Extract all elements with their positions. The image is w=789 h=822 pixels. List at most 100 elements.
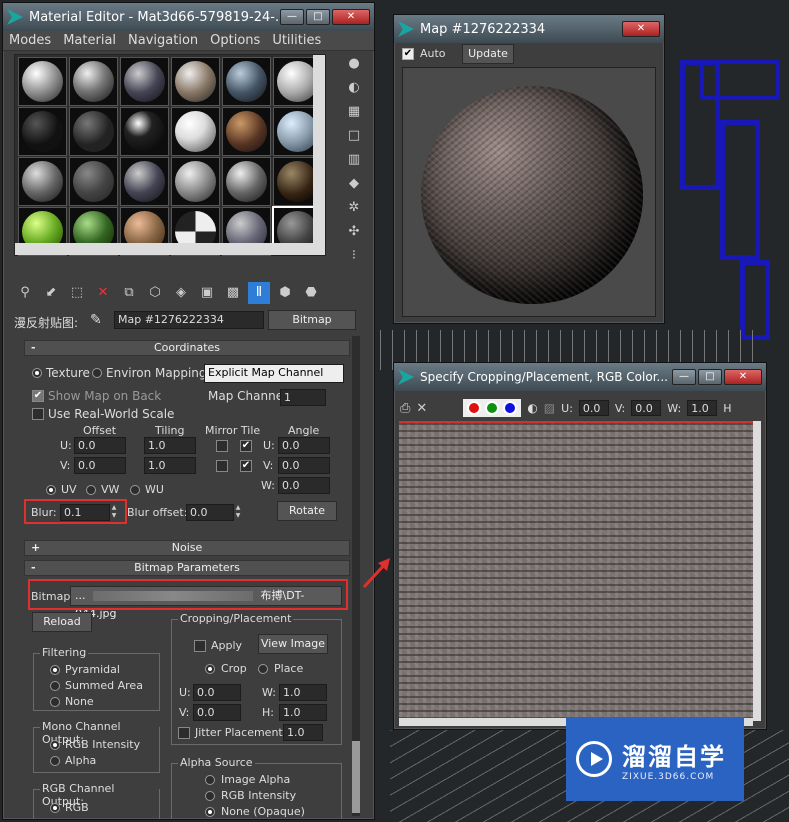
material-slot[interactable] <box>18 57 67 106</box>
u-offset-field[interactable]: 0.0 <box>74 437 126 454</box>
minimize-button[interactable]: — <box>280 9 304 25</box>
none-opaque-radio[interactable] <box>205 807 215 817</box>
show-map-on-back-checkbox[interactable]: ✔ <box>32 390 44 402</box>
real-world-scale-checkbox[interactable] <box>32 408 44 420</box>
w-angle-field[interactable]: 0.0 <box>278 477 330 494</box>
rollout-scrollbar[interactable] <box>352 336 360 816</box>
material-slot[interactable] <box>222 157 271 206</box>
menu-material[interactable]: Material <box>57 33 122 48</box>
green-channel-icon[interactable] <box>485 401 500 415</box>
crop-u-field[interactable]: 0.0 <box>193 684 241 701</box>
options-icon[interactable]: ✲ <box>340 200 368 222</box>
map-channel-field[interactable]: 1 <box>280 389 326 406</box>
noise-rollout-header[interactable]: + Noise <box>24 540 350 556</box>
close-button[interactable]: ✕ <box>332 9 370 25</box>
menu-navigation[interactable]: Navigation <box>122 33 204 48</box>
video-color-check-icon[interactable]: ▥ <box>340 152 368 174</box>
pick-material-icon[interactable]: ⬣ <box>300 282 322 304</box>
alpha-radio[interactable] <box>50 756 60 766</box>
v-angle-field[interactable]: 0.0 <box>278 457 330 474</box>
wu-radio[interactable] <box>130 485 140 495</box>
vertical-scrollbar[interactable] <box>753 421 761 721</box>
go-to-parent-icon[interactable]: Ⅱ <box>248 282 270 304</box>
eyedropper-icon[interactable]: ✎ <box>90 312 102 328</box>
crop-v-field[interactable]: 0.0 <box>193 704 241 721</box>
close-button[interactable]: ✕ <box>724 369 762 385</box>
summed-area-radio[interactable] <box>50 681 60 691</box>
v-offset-field[interactable]: 0.0 <box>74 457 126 474</box>
crop-h-field[interactable]: 1.0 <box>279 704 327 721</box>
put-to-library-icon[interactable]: ⬡ <box>144 282 166 304</box>
jitter-field[interactable]: 1.0 <box>283 724 323 741</box>
maximize-button[interactable]: □ <box>698 369 722 385</box>
u-mirror-checkbox[interactable] <box>216 440 228 452</box>
material-slot[interactable] <box>69 157 118 206</box>
title-bar[interactable]: Map #1276222334 ✕ <box>394 15 664 43</box>
v-tiling-field[interactable]: 1.0 <box>144 457 196 474</box>
blue-channel-icon[interactable] <box>503 401 518 415</box>
material-slot[interactable] <box>171 107 220 156</box>
v-tile-checkbox[interactable]: ✔ <box>240 460 252 472</box>
put-to-scene-icon[interactable]: ⬋ <box>40 282 62 304</box>
clear-icon[interactable]: ✕ <box>416 401 427 416</box>
background-icon[interactable]: ▦ <box>340 104 368 126</box>
delete-icon[interactable]: ✕ <box>92 282 114 304</box>
blur-offset-field[interactable]: 0.0 <box>186 504 234 521</box>
close-button[interactable]: ✕ <box>622 21 660 37</box>
assign-to-selection-icon[interactable]: ⬚ <box>66 282 88 304</box>
title-bar[interactable]: Specify Cropping/Placement, RGB Color...… <box>394 363 766 391</box>
horizontal-scrollbar[interactable] <box>15 243 325 255</box>
title-bar[interactable]: Material Editor - Mat3d66-579819-24-... … <box>3 3 374 31</box>
mono-icon[interactable]: ◐ <box>527 401 537 415</box>
vertical-scrollbar[interactable] <box>313 55 325 243</box>
vw-radio[interactable] <box>86 485 96 495</box>
image-alpha-radio[interactable] <box>205 775 215 785</box>
rgb-radio[interactable] <box>50 803 60 813</box>
mapping-dropdown[interactable]: Explicit Map Channel <box>204 364 344 383</box>
menu-modes[interactable]: Modes <box>3 33 57 48</box>
reload-button[interactable]: Reload <box>32 612 92 632</box>
make-unique-icon[interactable]: ⧉ <box>118 282 140 304</box>
auto-checkbox[interactable]: ✔ <box>402 48 414 60</box>
crop-v-field[interactable]: 0.0 <box>631 400 662 416</box>
material-slot[interactable] <box>222 57 271 106</box>
select-by-material-icon[interactable]: ✣ <box>340 224 368 246</box>
apply-checkbox[interactable] <box>194 640 206 652</box>
minimize-button[interactable]: — <box>672 369 696 385</box>
make-preview-icon[interactable]: ◆ <box>340 176 368 198</box>
maximize-button[interactable]: □ <box>306 9 330 25</box>
crop-radio[interactable] <box>205 664 215 674</box>
u-angle-field[interactable]: 0.0 <box>278 437 330 454</box>
map-name-field[interactable]: Map #1276222334 <box>114 311 264 329</box>
u-tile-checkbox[interactable]: ✔ <box>240 440 252 452</box>
pyramidal-radio[interactable] <box>50 665 60 675</box>
material-slot[interactable] <box>222 107 271 156</box>
print-icon[interactable]: ⎙ <box>400 401 410 416</box>
jitter-checkbox[interactable] <box>178 727 190 739</box>
uv-tiling-icon[interactable]: □ <box>340 128 368 150</box>
material-slot[interactable] <box>69 107 118 156</box>
update-button[interactable]: Update <box>462 44 514 64</box>
crop-w-field[interactable]: 1.0 <box>279 684 327 701</box>
alpha-rgb-intensity-radio[interactable] <box>205 791 215 801</box>
rotate-button[interactable]: Rotate <box>277 501 337 521</box>
material-slot[interactable] <box>69 57 118 106</box>
material-id-icon[interactable]: ◈ <box>170 282 192 304</box>
material-slot[interactable] <box>18 107 67 156</box>
coordinates-rollout-header[interactable]: - Coordinates <box>24 340 350 356</box>
map-type-button[interactable]: Bitmap <box>268 310 356 330</box>
rgb-intensity-radio[interactable] <box>50 740 60 750</box>
environ-radio[interactable] <box>92 368 102 378</box>
backlight-icon[interactable]: ◐ <box>340 80 368 102</box>
v-mirror-checkbox[interactable] <box>216 460 228 472</box>
crop-w-field[interactable]: 1.0 <box>687 400 718 416</box>
sample-type-icon[interactable]: ● <box>340 56 368 78</box>
filter-none-radio[interactable] <box>50 697 60 707</box>
place-radio[interactable] <box>258 664 268 674</box>
red-channel-icon[interactable] <box>467 401 482 415</box>
get-material-icon[interactable]: ⚲ <box>14 282 36 304</box>
uv-radio[interactable] <box>46 485 56 495</box>
material-slot[interactable] <box>171 157 220 206</box>
material-slot[interactable] <box>120 107 169 156</box>
u-tiling-field[interactable]: 1.0 <box>144 437 196 454</box>
